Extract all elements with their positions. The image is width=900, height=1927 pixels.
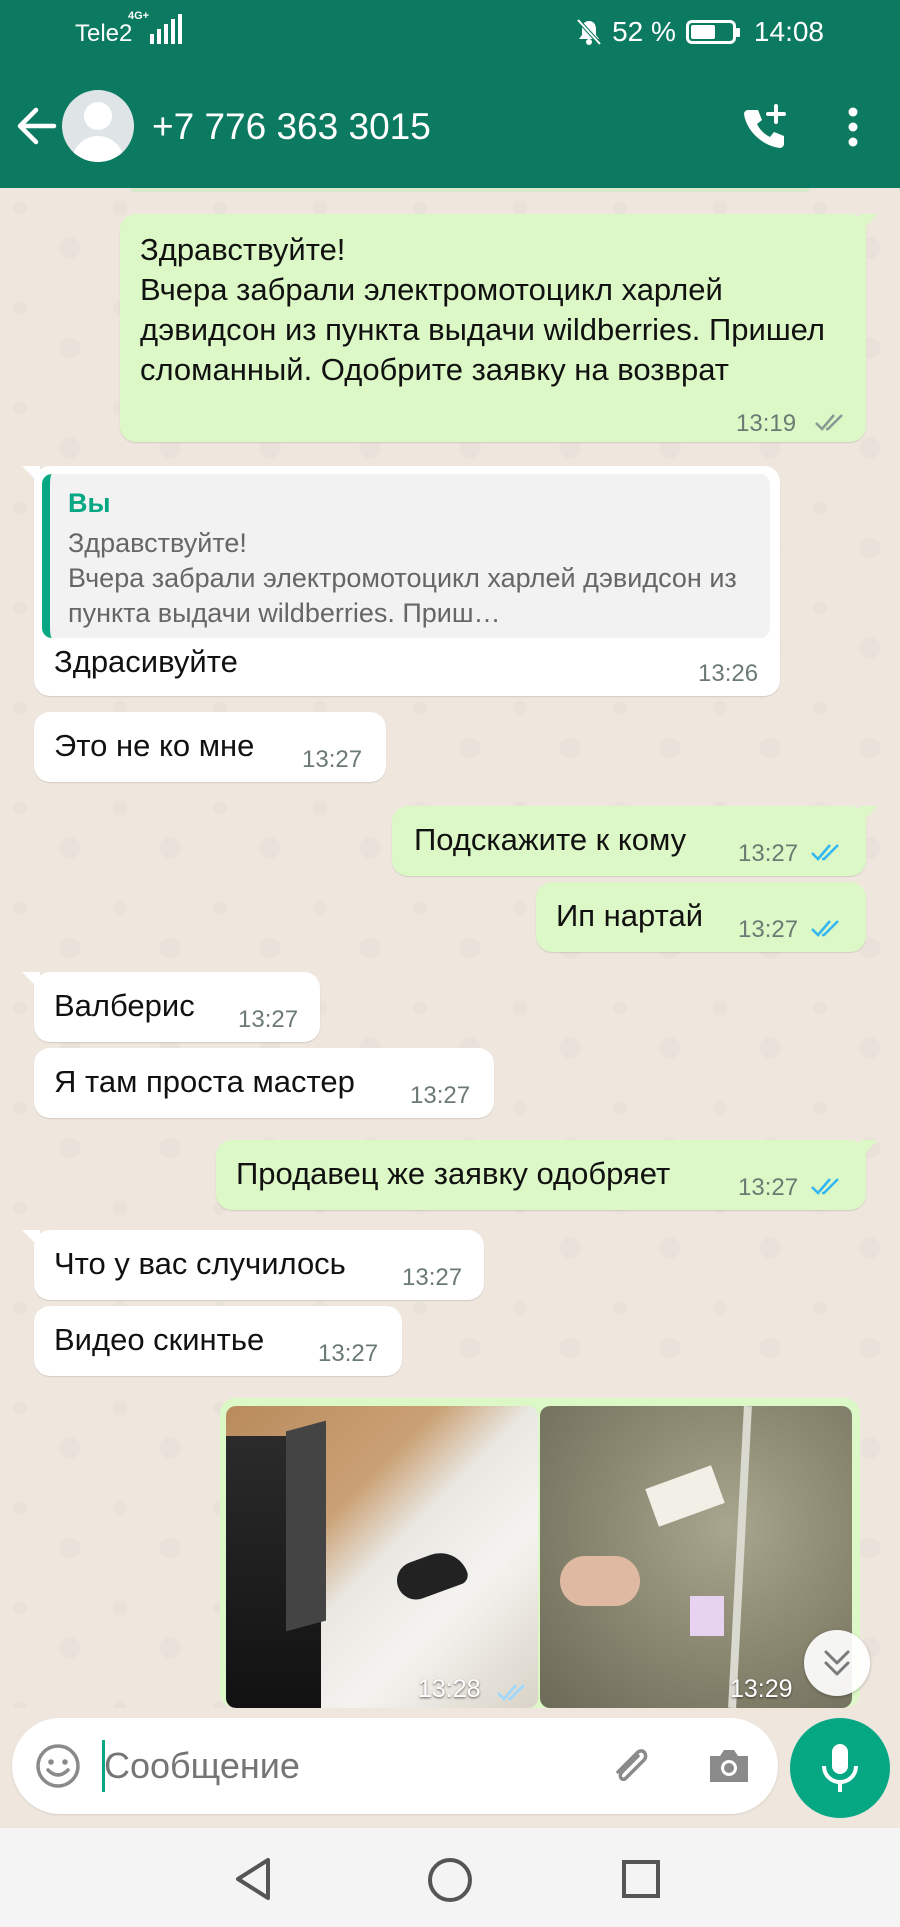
message-input[interactable]	[104, 1736, 524, 1796]
carrier-name: Tele2	[75, 20, 133, 47]
message-bubble-outgoing[interactable]: Ип нартай 13:27	[536, 882, 866, 952]
clock: 14:08	[753, 16, 824, 47]
read-ticks-icon	[497, 1684, 525, 1701]
system-nav-bar	[0, 1828, 900, 1927]
message-bubble-outgoing[interactable]: Продавец же заявку одобряет 13:27	[216, 1140, 878, 1210]
scroll-to-bottom-button[interactable]	[804, 1630, 870, 1696]
mute-icon	[576, 18, 602, 46]
message-bubble-outgoing[interactable]: Здравствуйте! Вчера забрали электромотоц…	[120, 214, 878, 442]
contact-avatar[interactable]	[62, 90, 134, 162]
delivered-ticks-icon	[815, 414, 843, 431]
message-time: 13:19	[736, 410, 797, 437]
more-menu-icon[interactable]	[836, 102, 870, 152]
signal-icon	[150, 14, 182, 44]
attach-icon[interactable]	[608, 1742, 656, 1790]
photo-thumbnail[interactable]: 13:28	[226, 1406, 538, 1708]
battery-percent: 52 %	[612, 16, 676, 47]
photo-time: 13:28	[418, 1675, 481, 1703]
message-text: Подскажите к кому	[414, 822, 687, 857]
battery-icon	[685, 20, 740, 44]
status-right: 52 % 14:08	[576, 16, 824, 48]
message-time: 13:27	[738, 916, 799, 943]
status-bar: Tele2 4G+ 52 % 14:08	[0, 0, 900, 70]
message-text: Здрасивуйте	[54, 644, 238, 679]
message-text: Ип нартай	[556, 898, 704, 933]
read-ticks-icon	[811, 920, 839, 937]
message-bubble-incoming[interactable]: Вы Здравствуйте! Вчера забрали электромо…	[22, 466, 780, 696]
network-type: 4G+	[128, 10, 150, 22]
message-time: 13:27	[318, 1340, 379, 1367]
quote-author: Вы	[68, 488, 111, 518]
message-time: 13:27	[410, 1082, 471, 1109]
nav-home-icon[interactable]	[428, 1858, 472, 1902]
message-text: Валберис	[54, 988, 195, 1023]
photo-time: 13:29	[730, 1675, 793, 1703]
read-ticks-icon	[811, 1178, 839, 1195]
message-time: 13:27	[238, 1006, 299, 1033]
double-chevron-down-icon	[824, 1650, 850, 1676]
previous-message-edge	[130, 188, 810, 192]
contact-name[interactable]: +7 776 363 3015	[152, 106, 431, 148]
nav-back-icon[interactable]	[232, 1856, 276, 1902]
chat-area[interactable]: Здравствуйте! Вчера забрали электромотоц…	[0, 188, 900, 1708]
message-bubble-outgoing[interactable]: Подскажите к кому 13:27	[392, 806, 878, 876]
message-time: 13:27	[302, 746, 363, 773]
message-time: 13:27	[738, 840, 799, 867]
add-call-icon[interactable]	[740, 102, 790, 152]
message-bubble-incoming[interactable]: Валберис 13:27	[22, 972, 320, 1042]
camera-icon[interactable]	[706, 1744, 752, 1788]
message-bubble-incoming[interactable]: Это не ко мне 13:27	[34, 712, 386, 782]
app-bar: +7 776 363 3015	[0, 80, 900, 188]
media-message-outgoing[interactable]: 13:28 13:29	[220, 1398, 860, 1708]
message-time: 13:26	[698, 660, 759, 687]
message-bubble-incoming[interactable]: Видео скинтье 13:27	[34, 1306, 402, 1376]
quote-text: Здравствуйте! Вчера забрали электромотоц…	[68, 528, 737, 628]
message-time: 13:27	[738, 1174, 799, 1201]
top-bar: Tele2 4G+ 52 % 14:08 +7 776 363 3015	[0, 0, 900, 188]
nav-recents-icon[interactable]	[622, 1860, 660, 1898]
message-text: Это не ко мне	[54, 728, 255, 763]
compose-field-container[interactable]	[12, 1718, 778, 1814]
message-text: Что у вас случилось	[54, 1246, 346, 1281]
quoted-message[interactable]: Вы Здравствуйте! Вчера забрали электромо…	[42, 474, 770, 638]
message-text: Я там проста мастер	[54, 1064, 355, 1099]
voice-message-button[interactable]	[790, 1718, 890, 1818]
emoji-icon[interactable]	[34, 1742, 82, 1790]
message-bubble-incoming[interactable]: Что у вас случилось 13:27	[22, 1230, 484, 1300]
back-arrow-icon[interactable]	[14, 104, 58, 148]
message-time: 13:27	[402, 1264, 463, 1291]
read-ticks-icon	[811, 844, 839, 861]
message-text: Продавец же заявку одобряет	[236, 1156, 671, 1191]
microphone-icon	[822, 1744, 858, 1792]
compose-bar	[0, 1708, 900, 1828]
message-bubble-incoming[interactable]: Я там проста мастер 13:27	[34, 1048, 494, 1118]
message-text: Здравствуйте! Вчера забрали электромотоц…	[140, 232, 825, 387]
message-text: Видео скинтье	[54, 1322, 265, 1357]
